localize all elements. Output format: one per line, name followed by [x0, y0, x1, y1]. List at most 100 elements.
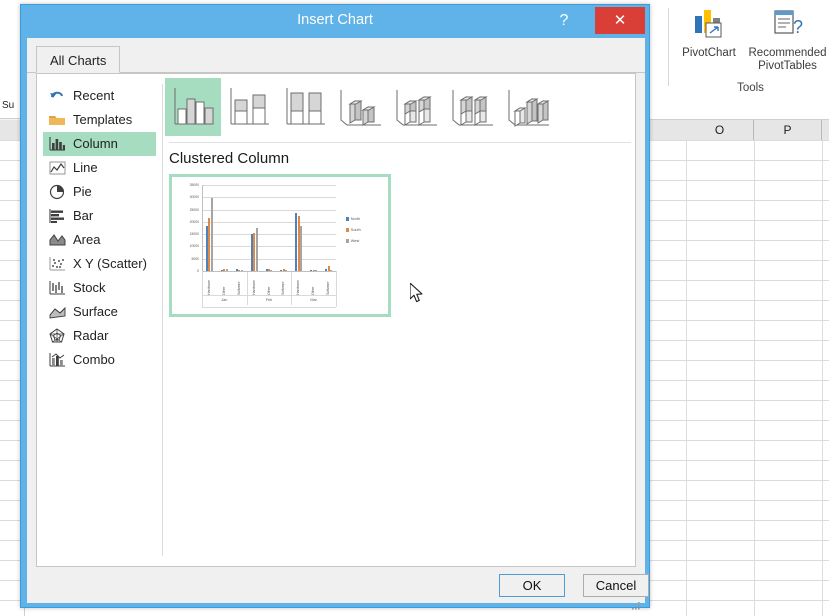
recommended-pivottables-icon: ? [746, 6, 829, 44]
mini-chart-legend-item: West [346, 239, 359, 243]
category-item-recent[interactable]: Recent [43, 84, 156, 108]
category-item-stock[interactable]: Stock [43, 276, 156, 300]
mini-chart-band-edge [336, 271, 337, 307]
chart-category-list: Recent Templates [37, 74, 162, 566]
mini-chart-gridline [202, 197, 336, 198]
close-icon[interactable]: ✕ [595, 7, 645, 34]
mini-chart-gridline [202, 246, 336, 247]
insert-chart-dialog: Insert Chart ? ✕ All Charts Recent [20, 4, 650, 608]
chart-subtype-3d-column[interactable] [501, 78, 557, 136]
ok-button[interactable]: OK [499, 574, 565, 597]
category-label-combo: Combo [73, 352, 115, 367]
ribbon-group-label-tools: Tools [672, 82, 829, 94]
tab-all-charts[interactable]: All Charts [36, 46, 120, 73]
chart-subtype-list [165, 76, 635, 138]
category-item-surface[interactable]: Surface [43, 300, 156, 324]
ribbon-group-tools: PivotChart ? Recommended PivotTables T [672, 4, 829, 96]
resize-grip[interactable] [632, 598, 641, 607]
panel-divider [162, 84, 163, 556]
mini-chart-category-band-line [202, 295, 336, 296]
chart-subtype-3d-clustered-column[interactable] [333, 78, 389, 136]
recommended-pivottables-label-line2: PivotTables [758, 60, 817, 72]
help-icon[interactable]: ? [551, 9, 577, 33]
mini-chart-y-tick-label: 25000 [174, 208, 199, 212]
mini-chart-category-label: Software [281, 273, 285, 295]
stock-icon [48, 279, 66, 297]
mini-chart-category-label: Software [326, 273, 330, 295]
recent-icon [48, 87, 66, 105]
mini-chart-bar [211, 198, 213, 271]
svg-text:?: ? [793, 17, 803, 37]
mini-chart-category-label: Hardware [207, 273, 211, 295]
category-item-templates[interactable]: Templates [43, 108, 156, 132]
category-item-bar[interactable]: Bar [43, 204, 156, 228]
dialog-title-bar[interactable]: Insert Chart ? ✕ [21, 5, 649, 38]
recommended-pivottables-label-line1: Recommended [749, 47, 827, 59]
chart-subtype-3d-100-stacked-column[interactable] [445, 78, 501, 136]
column-header-p[interactable]: P [754, 120, 822, 140]
folder-icon [48, 111, 66, 129]
surface-icon [48, 303, 66, 321]
pivotchart-label: PivotChart [682, 47, 736, 59]
dialog-body: All Charts Recent [27, 38, 645, 603]
category-label-templates: Templates [73, 112, 132, 127]
category-item-column[interactable]: Column [43, 132, 156, 156]
mini-chart-group-label: Feb [247, 298, 292, 302]
mini-chart-x-axis [202, 271, 336, 272]
chart-subtype-stacked-column[interactable] [221, 78, 277, 136]
mini-chart-y-tick-label: 0 [174, 269, 199, 273]
category-label-stock: Stock [73, 280, 106, 295]
mini-chart-y-tick-label: 5000 [174, 257, 199, 261]
category-item-combo[interactable]: Combo [43, 348, 156, 372]
mini-chart-legend-swatch [346, 228, 349, 231]
category-label-bar: Bar [73, 208, 93, 223]
chart-preview-inner: 05000100001500020000250003000035000Hardw… [172, 177, 388, 314]
mini-chart-y-tick-label: 10000 [174, 244, 199, 248]
recommended-pivottables-button[interactable]: ? Recommended PivotTables [746, 6, 829, 73]
category-label-scatter-area: Area [73, 232, 100, 247]
area-icon [48, 231, 66, 249]
mini-chart-gridline [202, 185, 336, 186]
category-label-recent: Recent [73, 88, 114, 103]
category-label-line: Line [73, 160, 98, 175]
mini-chart-category-label: Other [311, 273, 315, 295]
column-header-o[interactable]: O [686, 120, 754, 140]
mini-chart-gridline [202, 259, 336, 260]
chart-subtype-3d-stacked-column[interactable] [389, 78, 445, 136]
mini-chart-bar [256, 228, 258, 271]
line-icon [48, 159, 66, 177]
chart-subtype-100-stacked-column[interactable] [277, 78, 333, 136]
category-item-pie[interactable]: Pie [43, 180, 156, 204]
pivotchart-button[interactable]: PivotChart [672, 6, 746, 60]
mini-chart-gridline [202, 234, 336, 235]
pie-icon [48, 183, 66, 201]
mini-chart-band-edge [202, 271, 203, 307]
cancel-button[interactable]: Cancel [583, 574, 649, 597]
category-item-radar[interactable]: Radar [43, 324, 156, 348]
mini-chart-category-label: Other [222, 273, 226, 295]
mini-chart-group-separator [247, 271, 248, 305]
mini-chart-render: 05000100001500020000250003000035000Hardw… [174, 179, 386, 312]
chart-subtype-clustered-column[interactable] [165, 78, 221, 136]
mini-chart-category-label: Hardware [296, 273, 300, 295]
category-item-line[interactable]: Line [43, 156, 156, 180]
mini-chart-gridline [202, 210, 336, 211]
dialog-footer: OK Cancel [27, 574, 645, 603]
mini-chart-category-label: Software [237, 273, 241, 295]
bar-icon [48, 207, 66, 225]
mini-chart-y-tick-label: 20000 [174, 220, 199, 224]
chart-preview[interactable]: 05000100001500020000250003000035000Hardw… [169, 174, 391, 317]
mini-chart-group-band-line [202, 307, 336, 308]
category-label-pie: Pie [73, 184, 92, 199]
category-label-surface: Surface [73, 304, 118, 319]
preview-title: Clustered Column [169, 150, 289, 167]
pivotchart-icon [672, 6, 746, 44]
category-item-area[interactable]: Area [43, 228, 156, 252]
category-item-xy-scatter[interactable]: X Y (Scatter) [43, 252, 156, 276]
column-icon [48, 135, 66, 153]
mini-chart-legend-item: North [346, 217, 360, 221]
category-label-column: Column [73, 136, 118, 151]
scatter-icon [48, 255, 66, 273]
mini-chart-bar [300, 226, 302, 271]
mini-chart-y-tick-label: 30000 [174, 195, 199, 199]
